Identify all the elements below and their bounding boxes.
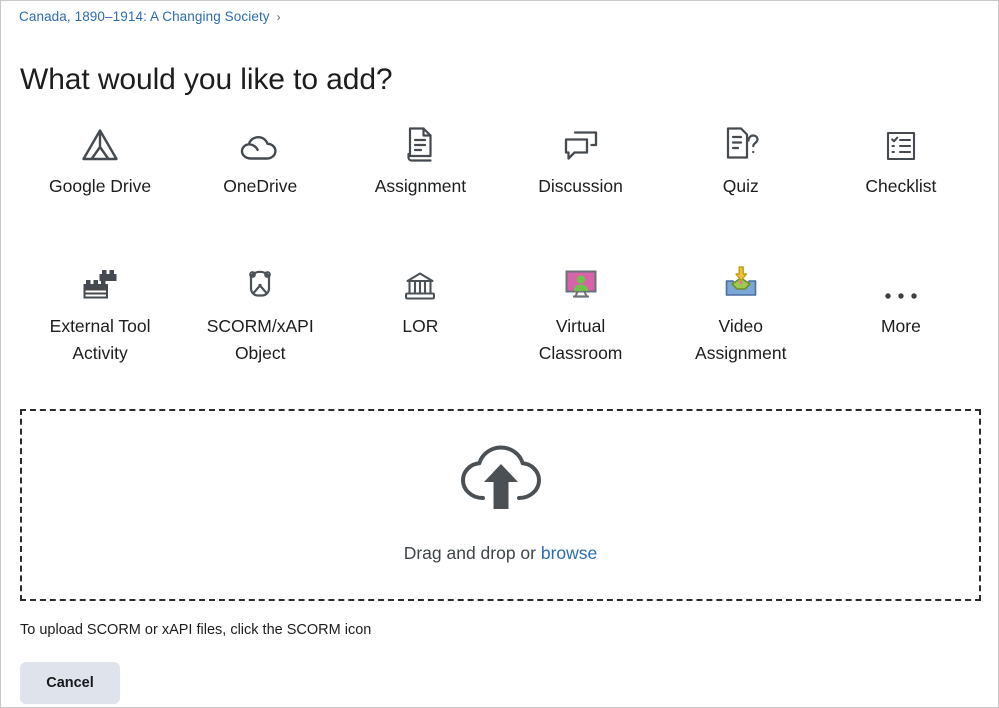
speech-bubbles-icon (561, 119, 601, 163)
cancel-button[interactable]: Cancel (20, 662, 120, 704)
bank-columns-icon (402, 259, 438, 303)
ellipsis-icon (881, 259, 921, 303)
video-assignment-tray-icon (721, 259, 761, 303)
google-drive-icon (80, 119, 120, 163)
tile-label: LOR (402, 316, 439, 336)
tile-label: Assignment (374, 176, 467, 196)
tile-label: External Tool Activity (49, 316, 151, 363)
document-question-icon (722, 119, 760, 163)
tile-lor[interactable]: LOR (340, 259, 500, 367)
tile-scorm-xapi-object[interactable]: SCORM/xAPI Object (180, 259, 340, 367)
tile-quiz[interactable]: Quiz (661, 119, 821, 200)
scorm-helper-text: To upload SCORM or xAPI files, click the… (20, 622, 372, 638)
tile-external-tool-activity[interactable]: External Tool Activity (20, 259, 180, 367)
tile-virtual-classroom[interactable]: Virtual Classroom (501, 259, 661, 367)
breadcrumb-link-course[interactable]: Canada, 1890–1914: A Changing Society (19, 8, 270, 26)
scorm-object-icon (242, 259, 278, 303)
file-dropzone[interactable]: Drag and drop or browse (20, 409, 981, 601)
tile-label: Quiz (722, 176, 759, 196)
tile-checklist[interactable]: Checklist (821, 119, 981, 200)
tile-discussion[interactable]: Discussion (501, 119, 661, 200)
tile-video-assignment[interactable]: Video Assignment (661, 259, 821, 367)
add-content-dialog: Canada, 1890–1914: A Changing Society › … (0, 0, 999, 708)
tile-label: Virtual Classroom (538, 316, 623, 363)
tile-google-drive[interactable]: Google Drive (20, 119, 180, 200)
lego-brick-icon (79, 259, 121, 303)
browse-link[interactable]: browse (541, 543, 597, 563)
breadcrumb: Canada, 1890–1914: A Changing Society › (19, 8, 281, 26)
tile-label: Discussion (538, 176, 623, 196)
cloud-upload-icon (456, 441, 546, 517)
tile-label: More (880, 316, 921, 336)
tile-label: SCORM/xAPI Object (206, 316, 314, 363)
tile-label: Checklist (865, 176, 937, 196)
tile-more[interactable]: More (821, 259, 981, 367)
virtual-classroom-monitor-icon (561, 259, 601, 303)
dropzone-prompt: Drag and drop or (403, 543, 536, 563)
tile-label: OneDrive (223, 176, 298, 196)
chevron-right-icon: › (276, 10, 281, 24)
tile-label: Video Assignment (695, 316, 787, 363)
content-type-grid-row-2: External Tool Activity SCORM/xAPI Object (20, 259, 981, 367)
document-assignment-icon (403, 119, 437, 163)
checklist-icon (884, 119, 918, 163)
onedrive-cloud-icon (239, 119, 281, 163)
page-title: What would you like to add? (20, 63, 393, 97)
content-type-grid-row-1: Google Drive OneDrive Assignment Discuss… (20, 119, 981, 200)
tile-onedrive[interactable]: OneDrive (180, 119, 340, 200)
tile-label: Google Drive (49, 176, 152, 196)
tile-assignment[interactable]: Assignment (340, 119, 500, 200)
dropzone-text: Drag and drop or browse (404, 541, 598, 565)
